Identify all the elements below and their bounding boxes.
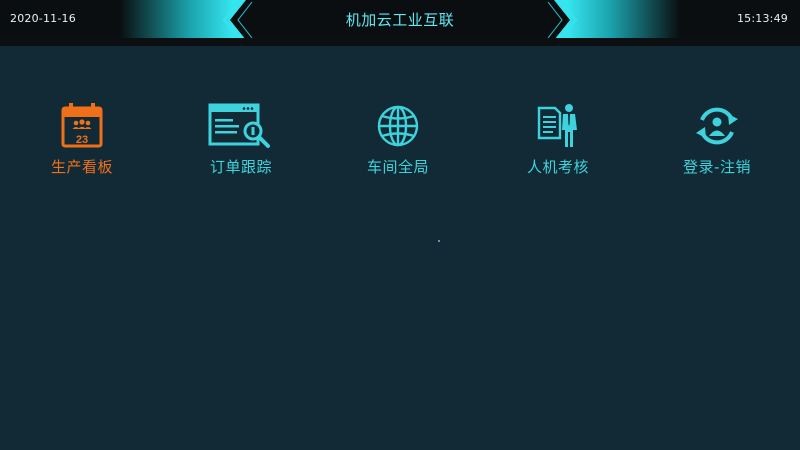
person-document-icon	[537, 104, 577, 147]
menu-item-order-tracking[interactable]: 订单跟踪	[181, 98, 301, 188]
app-screen: 2020-11-16 机加云工业互联 15:13:49 23 生产看板 订单跟踪…	[0, 0, 800, 450]
header-date: 2020-11-16	[10, 12, 76, 25]
calendar-team-icon: 23	[61, 103, 103, 148]
decorative-dot	[438, 240, 440, 242]
menu-item-label: 订单跟踪	[209, 158, 272, 176]
menu-item-production-board[interactable]: 23 生产看板	[22, 98, 142, 188]
menu-item-login-logout[interactable]: 登录-注销	[657, 98, 777, 188]
browser-search-icon	[208, 103, 270, 148]
calendar-day: 23	[76, 134, 88, 146]
main-menu: 23 生产看板 订单跟踪 车间全局 人机考核 登录-注销	[0, 98, 800, 242]
menu-item-staff-assessment[interactable]: 人机考核	[498, 98, 618, 188]
menu-item-label: 车间全局	[366, 158, 429, 176]
menu-item-workshop-overview[interactable]: 车间全局	[338, 98, 458, 188]
user-cycle-icon	[696, 107, 738, 145]
globe-icon	[377, 105, 419, 147]
menu-item-label: 登录-注销	[683, 158, 751, 176]
page-title: 机加云工业互联	[345, 11, 455, 29]
menu-item-label: 人机考核	[526, 158, 589, 176]
header-time: 15:13:49	[736, 12, 788, 25]
menu-item-label: 生产看板	[50, 158, 113, 176]
